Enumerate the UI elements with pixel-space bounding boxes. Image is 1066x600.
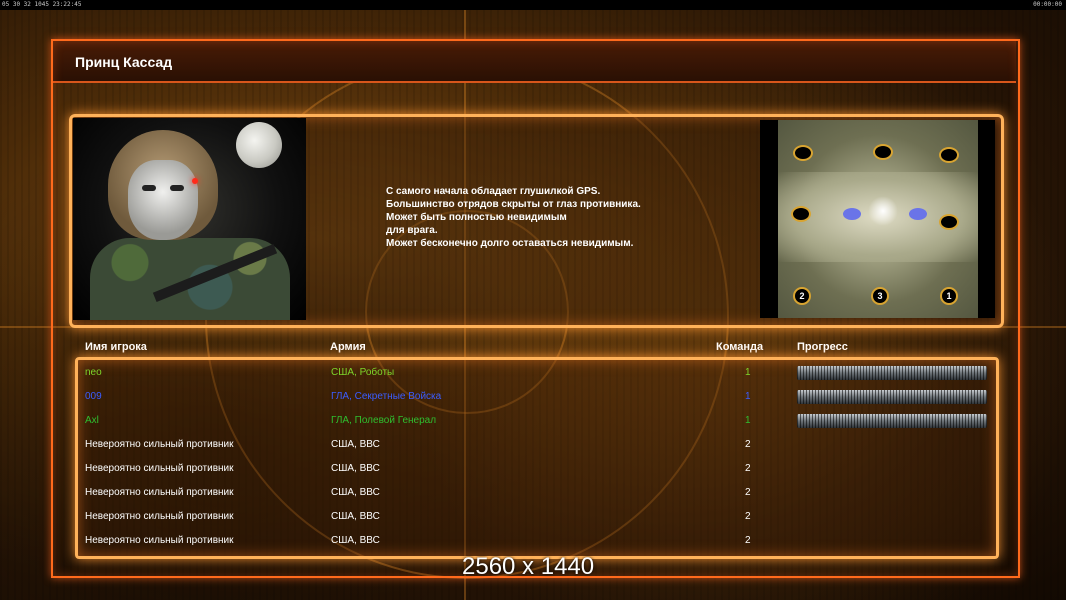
table-row: 009 ГЛА, Секретные Войска 1	[85, 385, 990, 409]
minimap-spawn-number: 2	[793, 287, 811, 305]
table-row: Невероятно сильный противник США, ВВС 2	[85, 505, 990, 529]
resolution-label: 2560 x 1440	[462, 553, 595, 580]
player-team: 2	[745, 511, 751, 522]
status-clock-right: 00:00:00	[1033, 1, 1062, 8]
portrait-eye-left	[142, 185, 156, 191]
player-name: neo	[85, 367, 102, 378]
player-name: Невероятно сильный противник	[85, 511, 234, 522]
column-header-team: Команда	[716, 341, 764, 353]
player-progress-bar	[797, 390, 987, 404]
minimap-spawn-slot	[939, 147, 959, 163]
table-row: Невероятно сильный противник США, ВВС 2	[85, 529, 990, 553]
status-clock-left: 05 30 32 1045 23:22:45	[2, 1, 82, 8]
player-team: 2	[745, 487, 751, 498]
minimap-blue-marker	[909, 208, 927, 220]
table-row: Axl ГЛА, Полевой Генерал 1	[85, 409, 990, 433]
description-line: для врага.	[386, 225, 438, 236]
player-name: Axl	[85, 415, 99, 426]
player-army: США, ВВС	[331, 439, 380, 450]
player-team: 2	[745, 439, 751, 450]
description-line: Может быть полностью невидимым	[386, 212, 567, 223]
minimap-spawn-slot	[791, 206, 811, 222]
column-header-progress: Прогресс	[797, 341, 848, 353]
minimap-center-glow	[868, 196, 898, 226]
column-header-player: Имя игрока	[85, 341, 147, 353]
table-row: neo США, Роботы 1	[85, 361, 990, 385]
table-row: Невероятно сильный противник США, ВВС 2	[85, 457, 990, 481]
player-name: Невероятно сильный противник	[85, 535, 234, 546]
minimap-blue-marker	[843, 208, 861, 220]
system-status-bar: 05 30 32 1045 23:22:45 00:00:00	[0, 0, 1066, 10]
table-row: Невероятно сильный противник США, ВВС 2	[85, 481, 990, 505]
minimap-spawn-slot	[873, 144, 893, 160]
minimap-spawn-number: 3	[871, 287, 889, 305]
player-team: 2	[745, 463, 751, 474]
player-army: США, ВВС	[331, 535, 380, 546]
column-header-army: Армия	[330, 341, 366, 353]
player-name: Невероятно сильный противник	[85, 487, 234, 498]
general-title: Принц Кассад	[75, 54, 173, 70]
player-team: 1	[745, 391, 751, 402]
player-team: 1	[745, 367, 751, 378]
description-line: С самого начала обладает глушилкой GPS.	[386, 186, 601, 197]
player-army: США, ВВС	[331, 511, 380, 522]
player-army: ГЛА, Полевой Генерал	[331, 415, 437, 426]
player-team: 2	[745, 535, 751, 546]
player-progress-bar	[797, 414, 987, 428]
portrait-red-laser	[192, 178, 198, 184]
player-army: ГЛА, Секретные Войска	[331, 391, 442, 402]
player-army: США, Роботы	[331, 367, 395, 378]
table-row: Невероятно сильный противник США, ВВС 2	[85, 433, 990, 457]
general-description: С самого начала обладает глушилкой GPS. …	[386, 185, 746, 250]
description-line: Может бесконечно долго оставаться невиди…	[386, 238, 634, 249]
player-army: США, ВВС	[331, 487, 380, 498]
player-team: 1	[745, 415, 751, 426]
minimap-spawn-slot	[793, 145, 813, 161]
player-name: Невероятно сильный противник	[85, 439, 234, 450]
description-line: Большинство отрядов скрыты от глаз проти…	[386, 199, 641, 210]
portrait-skull-mask	[128, 160, 198, 240]
player-name: Невероятно сильный противник	[85, 463, 234, 474]
minimap-spawn-slot	[939, 214, 959, 230]
portrait-eye-right	[170, 185, 184, 191]
player-army: США, ВВС	[331, 463, 380, 474]
player-progress-bar	[797, 366, 987, 380]
minimap-spawn-number: 1	[940, 287, 958, 305]
moon-image	[236, 122, 282, 168]
player-name: 009	[85, 391, 102, 402]
